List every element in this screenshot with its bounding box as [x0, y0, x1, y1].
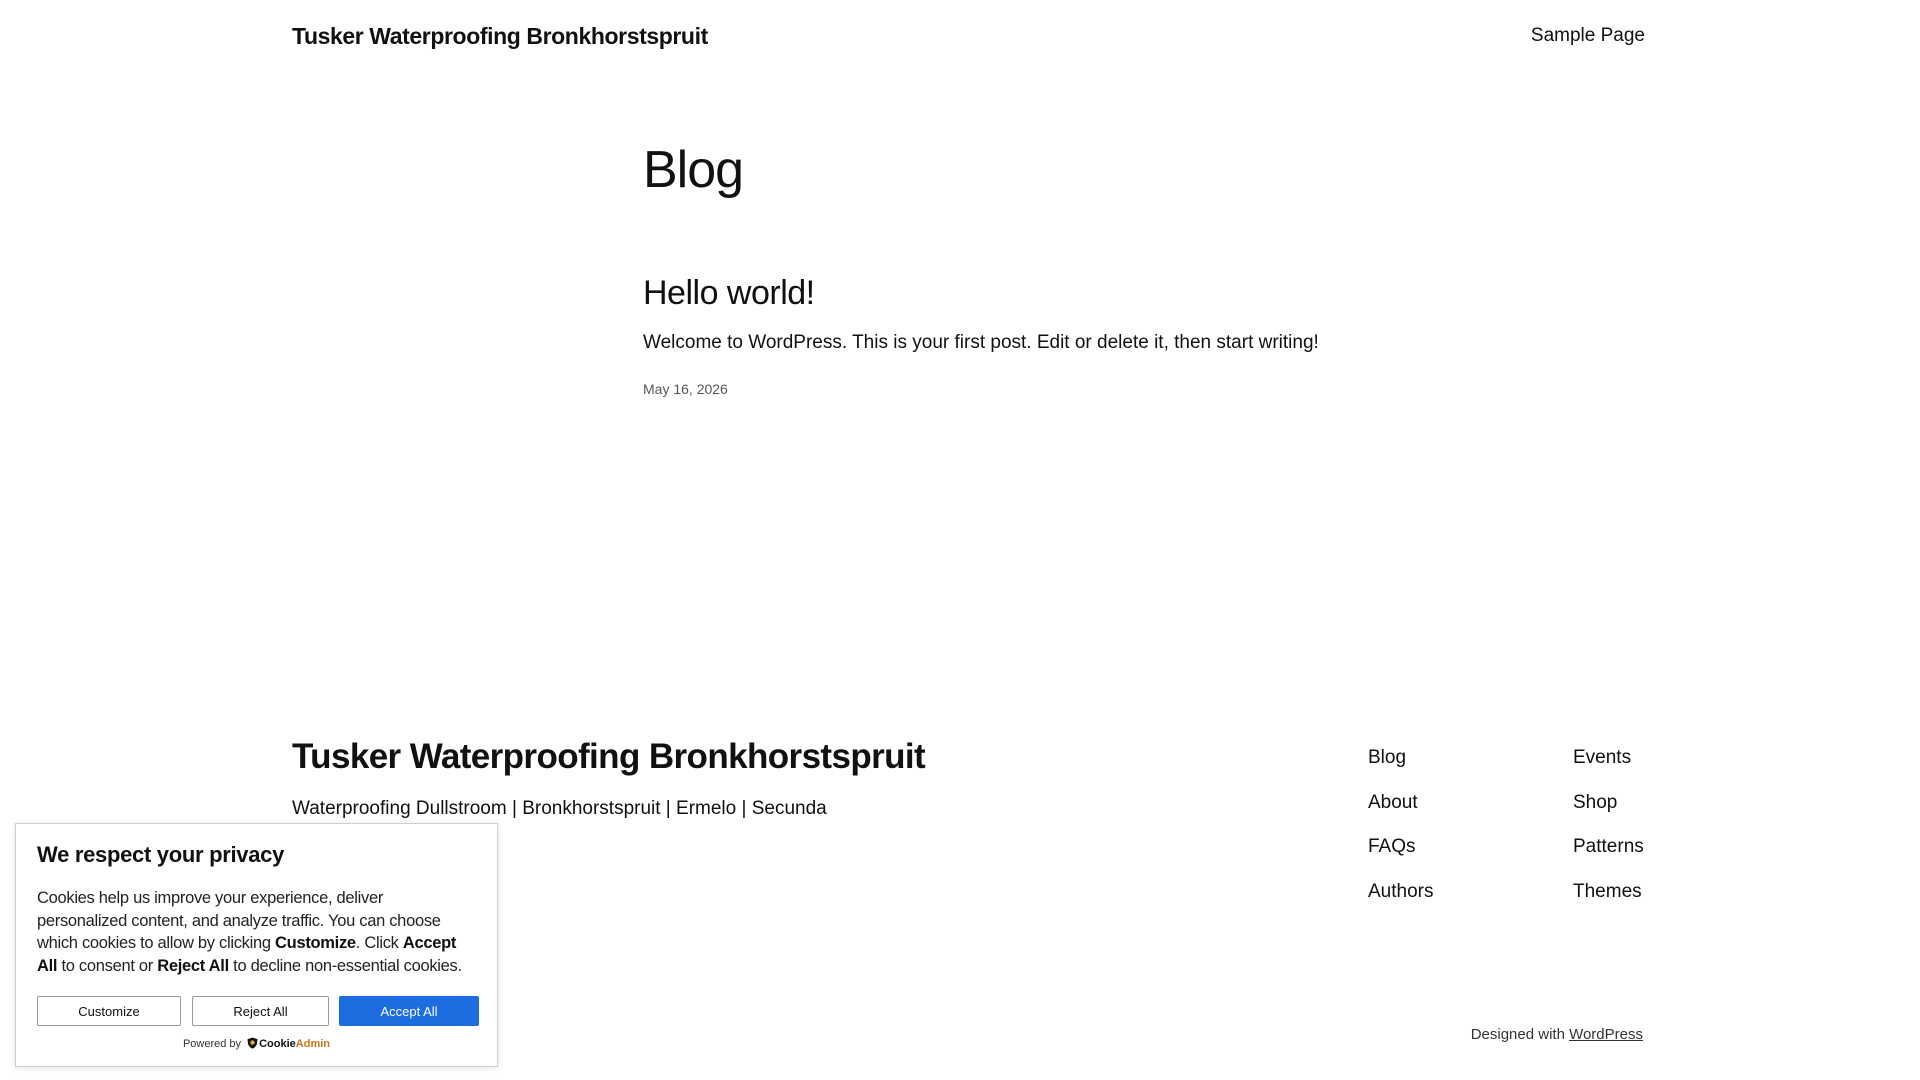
cookie-text-part-3: to consent or: [61, 956, 153, 975]
footer-brand: Tusker Waterproofing Bronkhorstspruit Wa…: [292, 734, 926, 820]
post-date[interactable]: May 16, 2026: [643, 381, 1343, 397]
footer-nav-column-2: Events Shop Patterns Themes: [1573, 736, 1644, 914]
powered-by: Powered by CookieAdmin: [16, 1037, 497, 1050]
cookie-buttons: Customize Reject All Accept All: [37, 996, 479, 1026]
footer-tagline: Waterproofing Dullstroom | Bronkhorstspr…: [292, 798, 827, 819]
footer-link-about[interactable]: About: [1368, 781, 1433, 826]
brand-admin-text: Admin: [295, 1038, 331, 1050]
post-excerpt: Welcome to WordPress. This is your first…: [643, 332, 1319, 353]
site-title[interactable]: Tusker Waterproofing Bronkhorstspruit: [292, 23, 708, 50]
footer-link-blog[interactable]: Blog: [1368, 736, 1433, 781]
post-item: Hello world! Welcome to WordPress. This …: [643, 271, 1343, 397]
credit-prefix: Designed with: [1470, 1026, 1565, 1043]
page-title: Blog: [643, 141, 744, 199]
wordpress-link[interactable]: WordPress: [1569, 1026, 1643, 1043]
page: Tusker Waterproofing Bronkhorstspruit Sa…: [0, 0, 1920, 1080]
header-nav: Sample Page: [1531, 25, 1645, 47]
main-content: Blog Hello world! Welcome to WordPress. …: [643, 135, 1343, 397]
reject-all-button[interactable]: Reject All: [192, 996, 329, 1026]
cookie-banner-text: Cookies help us improve your experience,…: [37, 887, 477, 977]
footer-link-patterns[interactable]: Patterns: [1573, 825, 1644, 870]
cookie-consent-banner: We respect your privacy Cookies help us …: [15, 823, 498, 1067]
footer-link-faqs[interactable]: FAQs: [1368, 825, 1433, 870]
footer-site-title[interactable]: Tusker Waterproofing Bronkhorstspruit: [292, 734, 926, 780]
brand-cookie-text: Cookie: [259, 1038, 296, 1050]
cookie-text-part-4: to decline non-essential cookies.: [233, 956, 462, 975]
footer-link-themes[interactable]: Themes: [1573, 870, 1644, 915]
footer-link-authors[interactable]: Authors: [1368, 870, 1433, 915]
site-header: Tusker Waterproofing Bronkhorstspruit Sa…: [292, 14, 1645, 58]
cookie-text-part-2: . Click: [355, 934, 399, 952]
cookie-banner-title: We respect your privacy: [37, 842, 285, 867]
footer-link-events[interactable]: Events: [1573, 736, 1644, 781]
powered-by-text: Powered by: [182, 1038, 242, 1050]
cookie-text-reject: Reject All: [157, 956, 229, 975]
customize-button[interactable]: Customize: [37, 996, 181, 1026]
footer-nav-column-1: Blog About FAQs Authors: [1368, 736, 1433, 914]
cookie-text-customize: Customize: [275, 934, 356, 952]
nav-link-sample-page[interactable]: Sample Page: [1531, 25, 1645, 46]
footer-link-shop[interactable]: Shop: [1573, 781, 1644, 826]
post-title-link[interactable]: Hello world!: [643, 271, 1343, 315]
cookieadmin-shield-icon: [247, 1037, 258, 1049]
footer-credit: Designed with WordPress: [1471, 1026, 1643, 1043]
accept-all-button[interactable]: Accept All: [339, 996, 479, 1026]
